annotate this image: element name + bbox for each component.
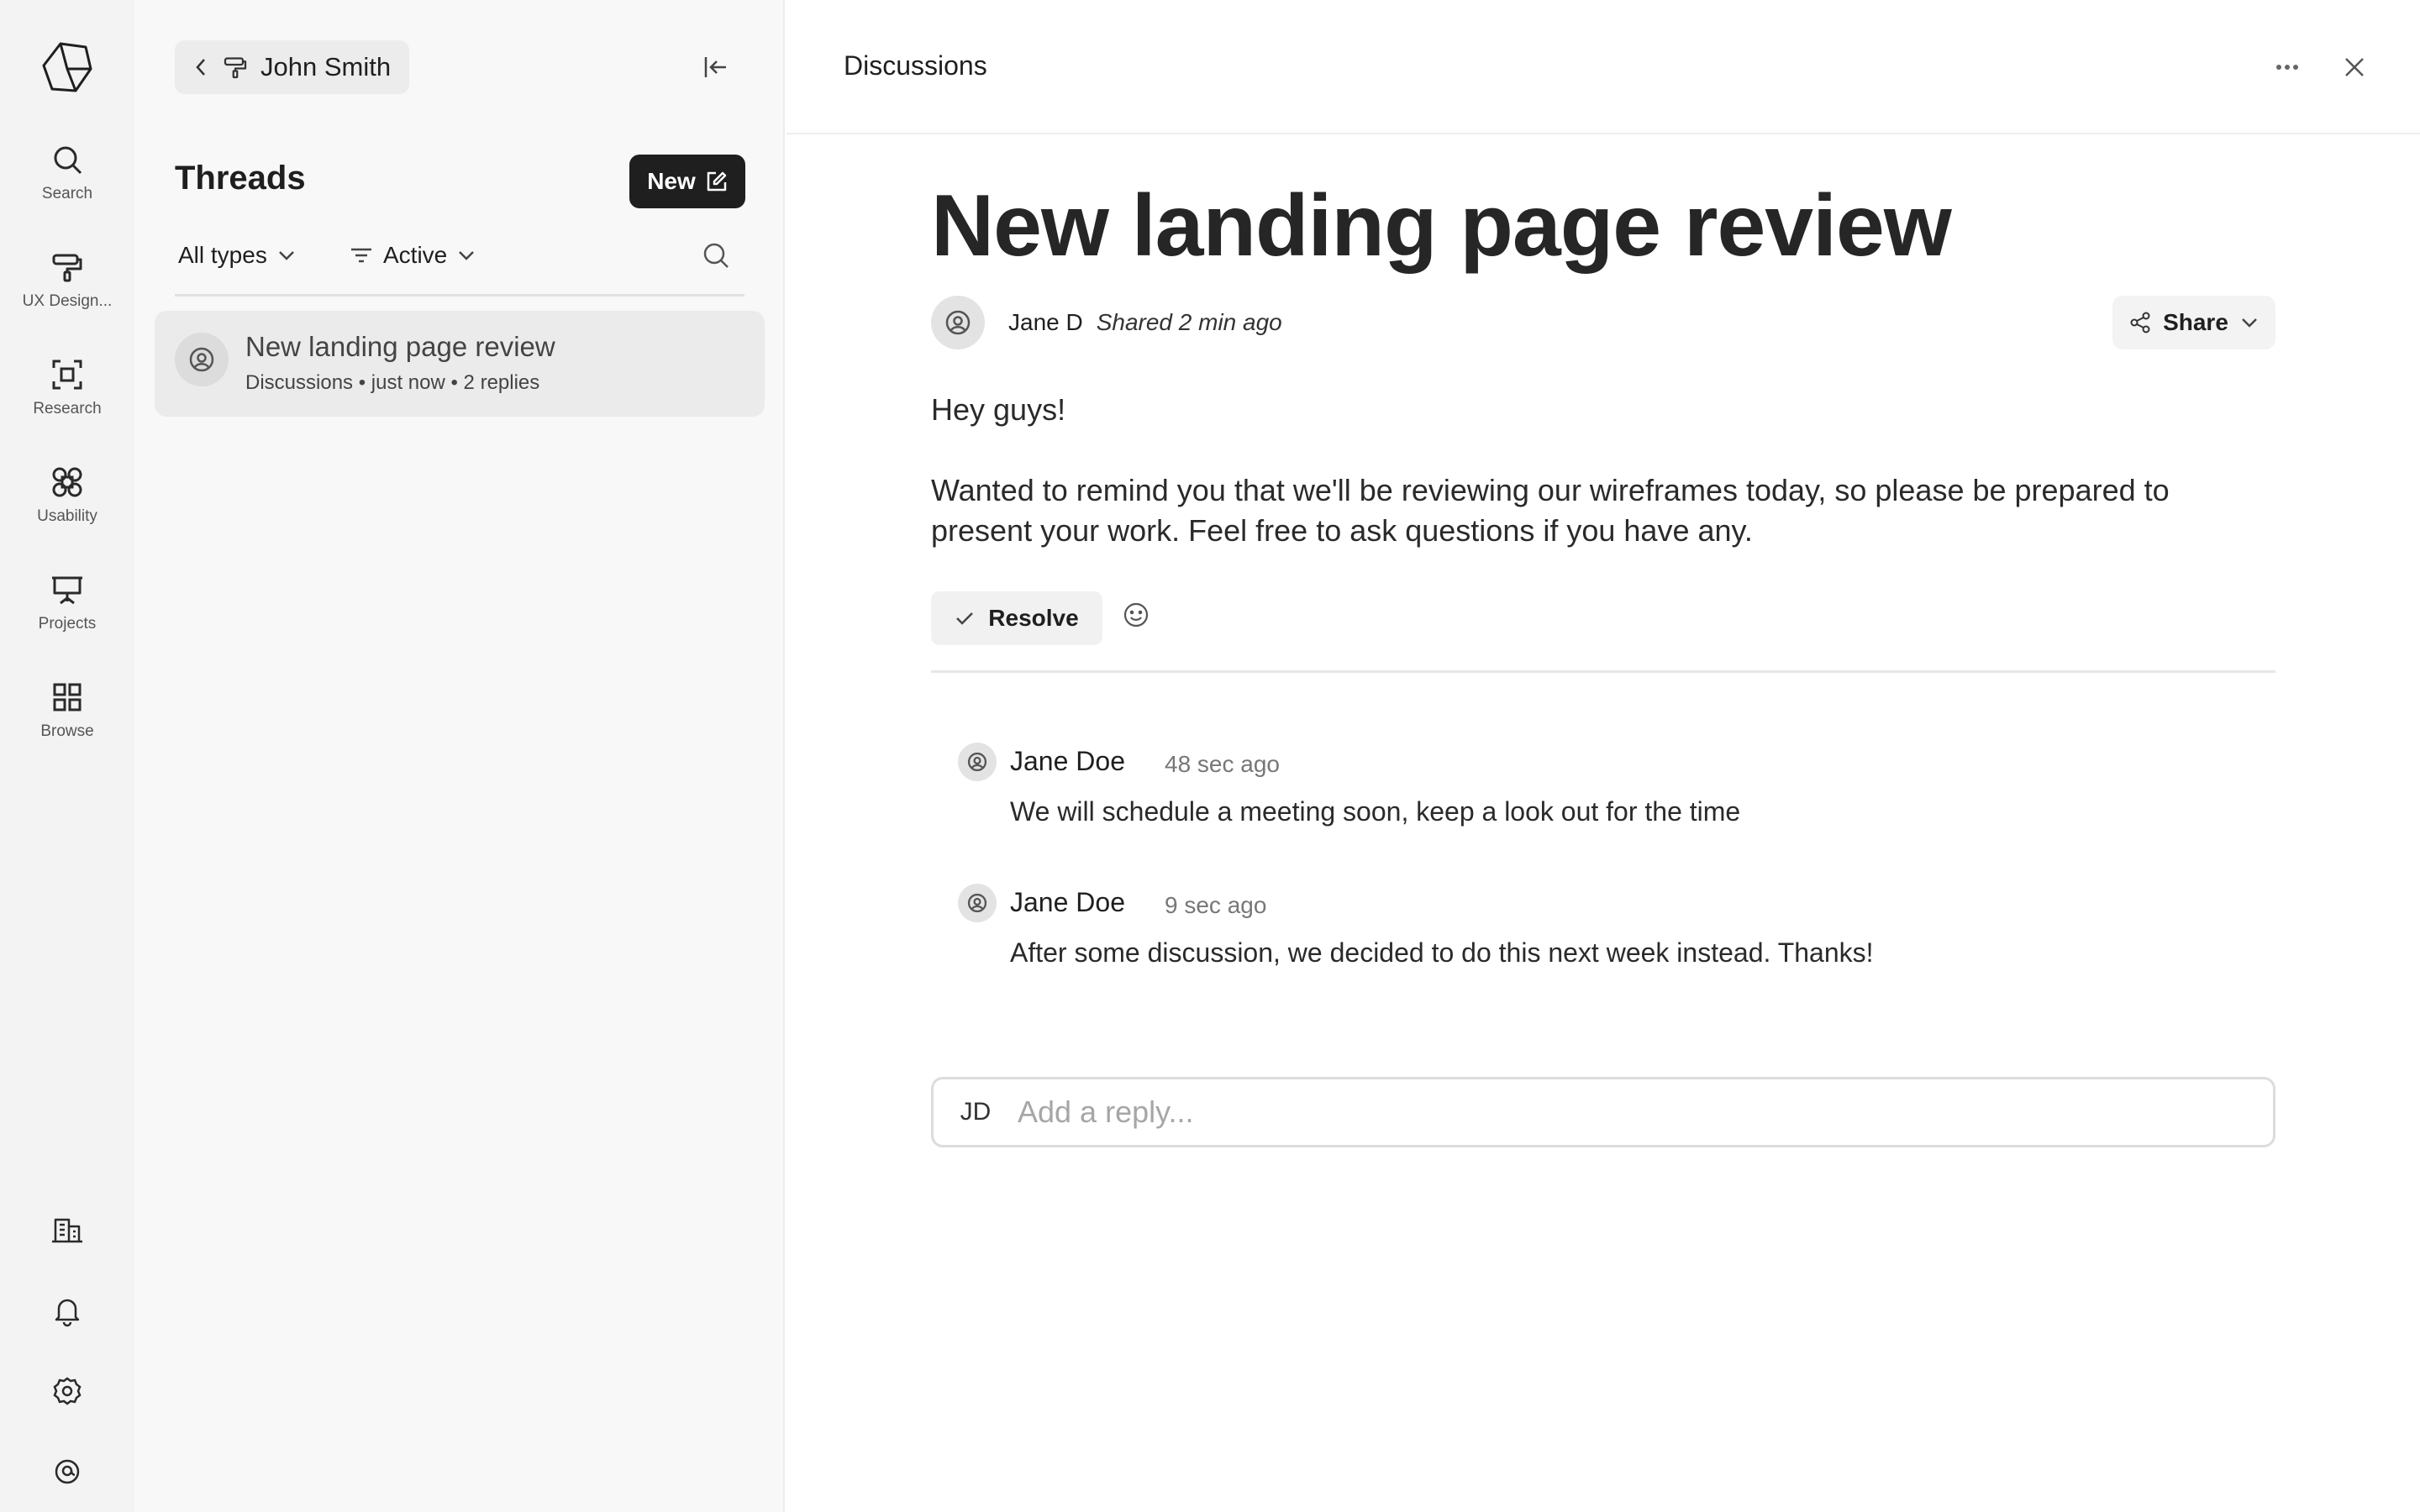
- post-paragraph: Wanted to remind you that we'll be revie…: [931, 473, 2170, 548]
- paint-roller-icon: [222, 55, 249, 80]
- thread-list-item[interactable]: New landing page review Discussions • ju…: [155, 311, 765, 417]
- chevron-down-icon: [2240, 317, 2259, 328]
- presentation-board-icon: [50, 573, 84, 606]
- reply-timestamp: 9 sec ago: [1165, 892, 1267, 918]
- reply-composer: JD: [931, 1077, 2275, 1147]
- post-body: Hey guys! Wanted to remind you that we'l…: [931, 390, 2275, 591]
- post-author: Jane D: [1008, 309, 1083, 335]
- share-icon: [2129, 312, 2151, 333]
- search-threads-icon[interactable]: [699, 239, 733, 272]
- rail-item-label: Search: [41, 185, 93, 202]
- edit-icon: [706, 171, 728, 192]
- rail-item-search[interactable]: Search: [0, 143, 134, 227]
- rail-item-research[interactable]: Research: [0, 358, 134, 442]
- avatar: [958, 743, 997, 781]
- breadcrumb-name: John Smith: [260, 52, 392, 81]
- building-icon[interactable]: [50, 1213, 84, 1247]
- type-filter-dropdown[interactable]: All types: [178, 239, 296, 272]
- threads-heading: Threads: [175, 160, 306, 197]
- new-button-label: New: [647, 168, 696, 194]
- discussion-header: Discussions: [786, 0, 2420, 134]
- status-filter-dropdown[interactable]: Active: [350, 239, 476, 272]
- close-icon[interactable]: [2338, 50, 2371, 84]
- rail-item-label: Projects: [38, 615, 97, 633]
- chevron-down-icon: [277, 249, 296, 261]
- search-icon: [50, 143, 84, 176]
- avatar: [958, 884, 997, 922]
- share-label: Share: [2163, 309, 2228, 335]
- reply-author: Jane Doe: [1010, 887, 1125, 917]
- reply-message: After some discussion, we decided to do …: [1010, 937, 1874, 968]
- rail-item-browse[interactable]: Browse: [0, 680, 134, 764]
- chevron-left-icon: [193, 57, 210, 77]
- reply-input[interactable]: [1018, 1095, 2194, 1130]
- filter-lines-icon: [350, 245, 373, 265]
- grid-icon: [50, 680, 84, 714]
- new-thread-button[interactable]: New: [629, 155, 745, 208]
- more-options-icon[interactable]: [2270, 52, 2304, 82]
- header-title: Discussions: [844, 50, 987, 81]
- status-filter-label: Active: [383, 242, 448, 268]
- collapse-panel-icon[interactable]: [699, 50, 733, 84]
- rail-item-label: Browse: [40, 722, 94, 740]
- resolve-button[interactable]: Resolve: [931, 591, 1102, 645]
- gear-icon[interactable]: [50, 1374, 84, 1408]
- command-icon: [50, 465, 84, 499]
- app-logo-icon[interactable]: [42, 40, 92, 94]
- rail-item-label: UX Design...: [22, 292, 113, 310]
- rail-item-usability[interactable]: Usability: [0, 465, 134, 549]
- post-paragraph: Hey guys!: [931, 392, 1066, 427]
- post-title: New landing page review: [931, 177, 1952, 275]
- reply-message: We will schedule a meeting soon, keep a …: [1010, 796, 1741, 827]
- thread-meta: Discussions • just now • 2 replies: [245, 371, 540, 394]
- user-initials-avatar: JD: [960, 1098, 992, 1126]
- avatar: [931, 296, 985, 349]
- emoji-reaction-icon[interactable]: [1119, 598, 1153, 632]
- check-icon: [955, 610, 975, 627]
- bell-icon[interactable]: [50, 1294, 84, 1327]
- post-author-row: Jane D Shared 2 min ago: [931, 296, 1282, 349]
- share-button[interactable]: Share: [2112, 296, 2275, 349]
- discussion-view: Discussions New landing page review Jane…: [786, 0, 2420, 1512]
- avatar: [175, 333, 229, 386]
- rail-item-label: Research: [33, 400, 102, 417]
- paint-roller-icon: [50, 250, 84, 284]
- focus-frame-icon: [50, 358, 84, 391]
- threads-panel: John Smith Threads New All types Active: [134, 0, 785, 1512]
- chevron-down-icon: [457, 249, 476, 261]
- divider: [931, 670, 2275, 673]
- reply-timestamp: 48 sec ago: [1165, 751, 1280, 777]
- reply-author: Jane Doe: [1010, 746, 1125, 776]
- type-filter-label: All types: [178, 242, 267, 268]
- user-avatar-icon[interactable]: [50, 1455, 84, 1488]
- thread-title: New landing page review: [245, 331, 555, 362]
- resolve-label: Resolve: [988, 605, 1079, 631]
- post-timestamp: Shared 2 min ago: [1096, 309, 1282, 335]
- breadcrumb[interactable]: John Smith: [175, 40, 410, 94]
- divider: [175, 294, 744, 297]
- icon-rail: Search UX Design... Research Usability P…: [0, 0, 134, 1512]
- rail-item-label: Usability: [37, 507, 97, 525]
- rail-item-ux-design[interactable]: UX Design...: [0, 250, 134, 334]
- rail-item-projects[interactable]: Projects: [0, 573, 134, 657]
